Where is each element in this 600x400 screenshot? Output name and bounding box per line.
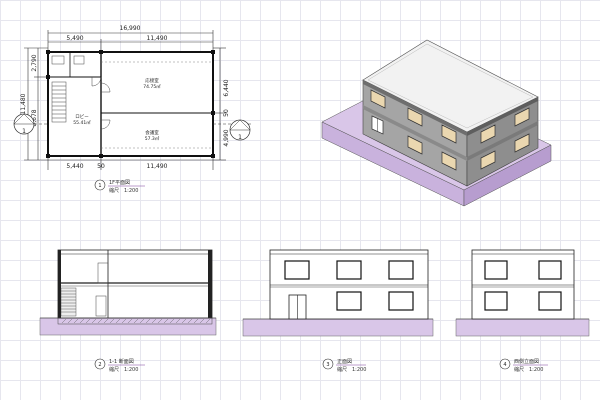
caption-number: 3 xyxy=(326,362,329,368)
caption-title: 1-1 断面図 xyxy=(109,358,134,365)
room-area-reception: 74.75㎡ xyxy=(143,83,161,90)
caption-front: 3 正面図 縮尺 1:200 xyxy=(322,358,366,373)
dim-bottom-mid: 50 xyxy=(97,163,105,170)
dim-top-right: 11,490 xyxy=(147,35,168,42)
section-view: 2 1-1 断面図 縮尺 1:200 xyxy=(39,249,217,373)
room-name-reception: 応接室 xyxy=(145,77,159,84)
caption-number: 4 xyxy=(503,362,506,368)
drawing-canvas: 16,990 5,490 11,490 5,440 50 11,490 11,4… xyxy=(13,25,590,373)
dim-right-lower: 4,990 xyxy=(223,129,230,146)
dim-left-total: 11,480 xyxy=(20,93,27,114)
front-elevation: 3 正面図 縮尺 1:200 xyxy=(242,249,434,373)
caption-title: 西側立面図 xyxy=(514,358,539,365)
caption-number: 2 xyxy=(98,362,101,368)
caption-number: 1 xyxy=(98,183,101,189)
dim-left-upper: 2,790 xyxy=(31,54,38,71)
room-area-lobby: 55.41㎡ xyxy=(73,119,91,126)
caption-scale: 縮尺 1:200 xyxy=(109,366,138,373)
caption-title: 正面図 xyxy=(337,359,352,365)
section-marker-right-label: 1 xyxy=(238,134,242,141)
caption-west: 4 西側立面図 縮尺 1:200 xyxy=(499,358,548,373)
isometric-view xyxy=(321,39,552,207)
dim-right-mid: 50 xyxy=(223,109,230,117)
caption-floor-plan: 1 1F平面図 縮尺 1:200 xyxy=(94,179,145,194)
caption-scale: 縮尺 1:200 xyxy=(109,187,138,194)
room-name-meeting: 会議室 xyxy=(145,129,159,136)
drawing-sheet: 16,990 5,490 11,490 5,440 50 11,490 11,4… xyxy=(0,0,600,400)
caption-scale: 縮尺 1:200 xyxy=(337,366,366,373)
room-area-meeting: 57.3㎡ xyxy=(145,135,160,142)
room-name-lobby: ロビー xyxy=(75,113,89,120)
dim-bottom-right: 11,490 xyxy=(147,163,168,170)
floor-plan: 16,990 5,490 11,490 5,440 50 11,490 11,4… xyxy=(13,25,252,194)
west-elevation: 4 西側立面図 縮尺 1:200 xyxy=(455,249,590,373)
section-marker-left-label: 1 xyxy=(22,128,26,135)
caption-title: 1F平面図 xyxy=(109,180,130,186)
section-marker-left: 1 xyxy=(13,113,48,135)
section-marker-right: 1 xyxy=(213,119,252,141)
dim-top-total: 16,990 xyxy=(120,25,141,32)
dim-top-left: 5,490 xyxy=(66,35,83,42)
dim-right-upper: 6,440 xyxy=(223,79,230,96)
caption-section: 2 1-1 断面図 縮尺 1:200 xyxy=(94,358,145,373)
caption-scale: 縮尺 1:200 xyxy=(514,366,543,373)
dim-bottom-left: 5,440 xyxy=(66,163,83,170)
